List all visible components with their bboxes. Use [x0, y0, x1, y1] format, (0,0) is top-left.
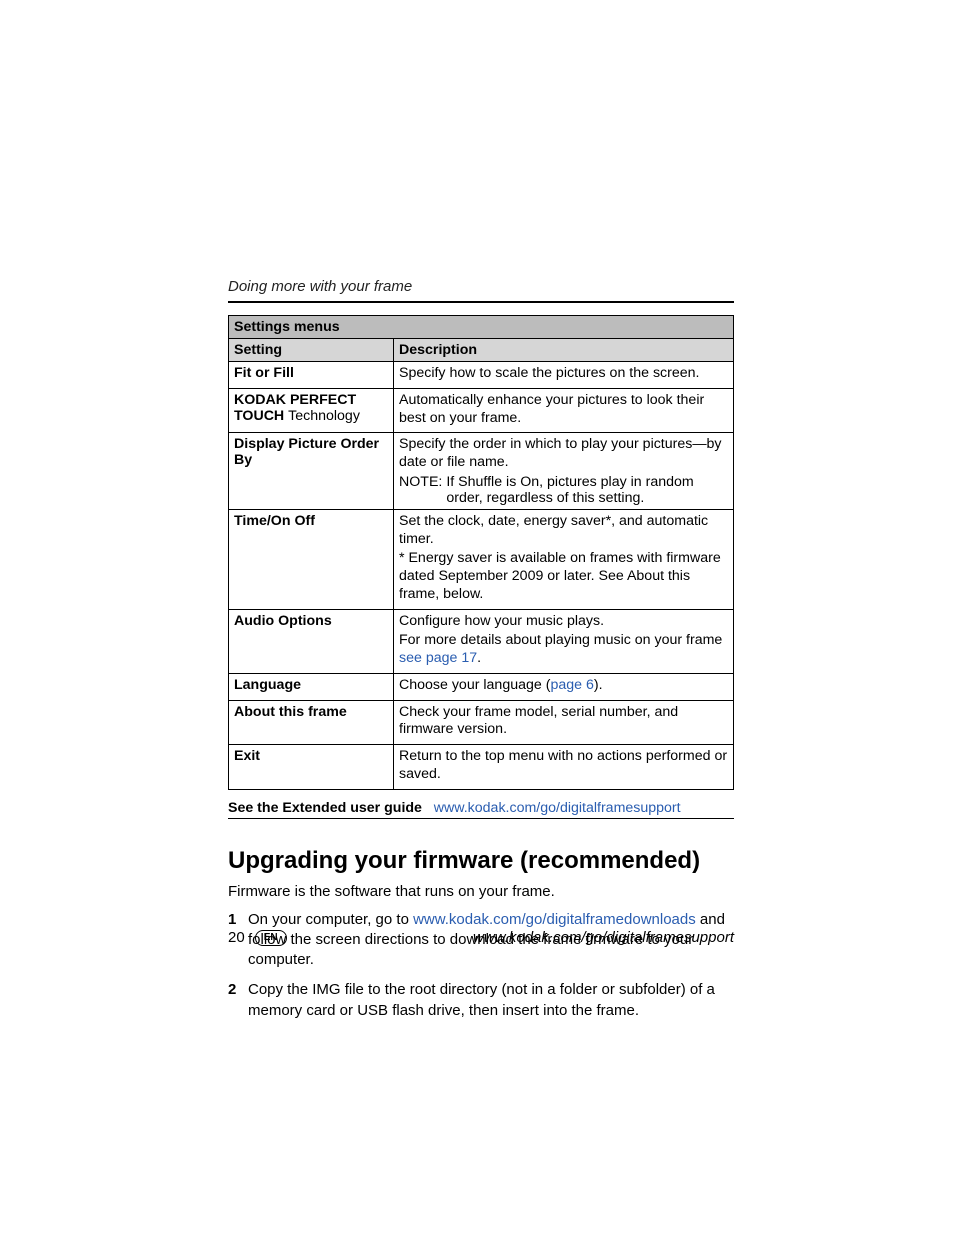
desc-fit-or-fill: Specify how to scale the pictures on the… [394, 362, 734, 389]
link-extended-guide[interactable]: www.kodak.com/go/digitalframesupport [434, 800, 681, 816]
footer-url: www.kodak.com/go/digitalframesupport [473, 929, 734, 946]
table-title: Settings menus [229, 316, 734, 339]
setting-audio-options: Audio Options [229, 609, 394, 673]
desc-display-order: Specify the order in which to play your … [394, 433, 734, 510]
desc-exit: Return to the top menu with no actions p… [394, 745, 734, 790]
table-row: About this frame Check your frame model,… [229, 700, 734, 745]
guide-rule [228, 818, 734, 819]
page-number: 20 [228, 929, 245, 946]
setting-time-on-off: Time/On Off [229, 509, 394, 609]
table-row: Display Picture Order By Specify the ord… [229, 433, 734, 510]
link-downloads[interactable]: www.kodak.com/go/digitalframedownloads [413, 911, 696, 928]
desc-audio-options: Configure how your music plays. For more… [394, 609, 734, 673]
extended-guide-line: See the Extended user guide www.kodak.co… [228, 800, 734, 816]
col-description: Description [394, 339, 734, 362]
steps-list: 1 On your computer, go to www.kodak.com/… [228, 910, 734, 1021]
setting-language: Language [229, 673, 394, 700]
firmware-intro: Firmware is the software that runs on yo… [228, 883, 734, 900]
setting-fit-or-fill: Fit or Fill [229, 362, 394, 389]
link-see-page-17[interactable]: see page 17 [399, 650, 477, 666]
page-footer: 20 EN www.kodak.com/go/digitalframesuppo… [228, 929, 734, 946]
note: NOTE: If Shuffle is On, pictures play in… [399, 474, 728, 506]
setting-kodak-touch: KODAK PERFECT TOUCH Technology [229, 388, 394, 433]
desc-about-frame: Check your frame model, serial number, a… [394, 700, 734, 745]
setting-display-order: Display Picture Order By [229, 433, 394, 510]
language-badge: EN [255, 930, 287, 946]
section-title-firmware: Upgrading your firmware (recommended) [228, 847, 734, 875]
desc-time-on-off: Set the clock, date, energy saver*, and … [394, 509, 734, 609]
link-page-6[interactable]: page 6 [550, 677, 593, 693]
head-rule [228, 301, 734, 303]
table-row: KODAK PERFECT TOUCH Technology Automatic… [229, 388, 734, 433]
table-row: Audio Options Configure how your music p… [229, 609, 734, 673]
running-head: Doing more with your frame [228, 278, 734, 295]
table-row: Exit Return to the top menu with no acti… [229, 745, 734, 790]
table-row: Time/On Off Set the clock, date, energy … [229, 509, 734, 609]
desc-language: Choose your language (page 6). [394, 673, 734, 700]
setting-about-frame: About this frame [229, 700, 394, 745]
desc-kodak-touch: Automatically enhance your pictures to l… [394, 388, 734, 433]
settings-table: Settings menus Setting Description Fit o… [228, 315, 734, 790]
setting-exit: Exit [229, 745, 394, 790]
table-row: Language Choose your language (page 6). [229, 673, 734, 700]
list-item: 2 Copy the IMG file to the root director… [228, 980, 734, 1021]
col-setting: Setting [229, 339, 394, 362]
table-row: Fit or Fill Specify how to scale the pic… [229, 362, 734, 389]
